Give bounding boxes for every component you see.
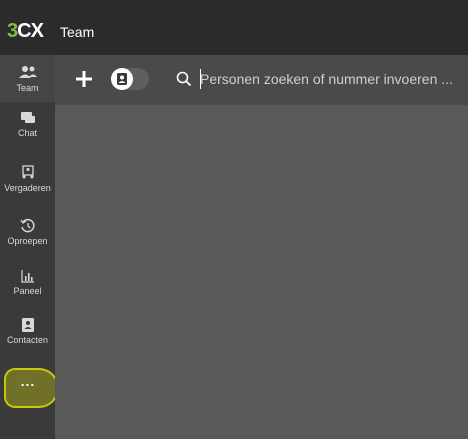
chart-icon xyxy=(20,270,34,283)
toggle-knob xyxy=(111,68,133,90)
sidebar-item-label: Vergaderen xyxy=(4,183,51,193)
search-icon xyxy=(176,71,192,87)
sidebar-item-oproepen[interactable]: Oproepen xyxy=(0,218,55,246)
text-caret xyxy=(200,69,201,89)
history-icon xyxy=(19,218,35,233)
people-icon xyxy=(18,66,37,78)
logo-prefix: 3 xyxy=(7,20,18,42)
sidebar-item-contacten[interactable]: Contacten xyxy=(0,317,55,345)
sidebar-item-vergaderen[interactable]: Vergaderen xyxy=(0,165,55,193)
sidebar-item-label: Team xyxy=(16,83,39,93)
app-title: Team xyxy=(60,24,95,40)
sidebar-item-team[interactable]: Team xyxy=(0,55,55,102)
meeting-icon xyxy=(21,165,34,179)
title-bar: 3CX Team xyxy=(0,0,468,55)
sidebar-item-label: Oproepen xyxy=(7,236,48,246)
presence-toggle[interactable] xyxy=(111,68,149,90)
sidebar-item-label: Contacten xyxy=(6,335,49,345)
search-input[interactable] xyxy=(200,68,462,90)
toolbar xyxy=(55,55,468,105)
sidebar-item-chat[interactable]: Chat xyxy=(0,110,55,138)
main-panel xyxy=(55,55,468,439)
sidebar-item-paneel[interactable]: Paneel xyxy=(0,268,55,296)
sidebar-item-label: Chat xyxy=(17,128,37,138)
sidebar: Team Chat Vergaderen Oproepen Paneel Con… xyxy=(0,55,59,439)
logo-suffix: CX xyxy=(17,20,44,42)
contact-icon xyxy=(21,318,34,332)
contact-card-icon xyxy=(117,73,127,85)
more-button[interactable]: ... xyxy=(16,373,40,389)
sidebar-item-label: Paneel xyxy=(13,286,42,296)
app-logo: 3CX xyxy=(7,20,44,43)
add-icon[interactable] xyxy=(73,68,95,90)
chat-icon xyxy=(20,112,35,123)
